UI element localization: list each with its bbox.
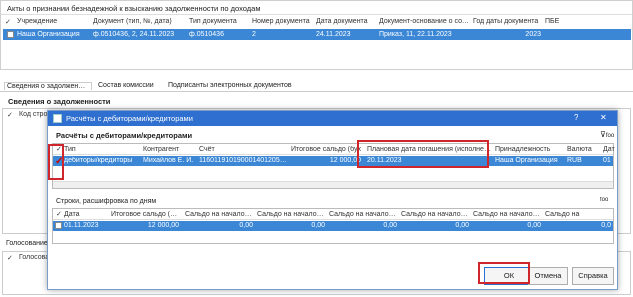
cancel-button-visible[interactable]: Отмена — [528, 267, 568, 285]
col-date-short[interactable]: Дат — [603, 146, 615, 153]
daily-row-checkbox[interactable] — [55, 222, 62, 229]
col-day-balance[interactable]: Итоговое сальдо (бух — [111, 211, 179, 218]
rows-title: Строки, расшифровка по дням — [56, 198, 157, 205]
grid-title: Расчёты с дебиторами/кредиторами — [56, 131, 193, 140]
doc-list-header: ✓ Учреждение Документ (тип, №, дата) Тип… — [1, 16, 632, 28]
highlight-row-check — [48, 144, 64, 180]
col-institution[interactable]: Учреждение — [17, 18, 89, 25]
col-type[interactable]: Тип — [64, 146, 124, 153]
settlements-grid: ✓ Тип Контрагент Счёт Итоговое сальдо (б… — [52, 143, 615, 189]
doc-list-title: Акты о признании безнадежной к взысканию… — [7, 4, 261, 13]
highlight-date-column — [357, 140, 489, 168]
dialog-titlebar: Расчёты с дебиторами/кредиторами ? ✕ — [48, 111, 617, 126]
col-doc-date[interactable]: Дата документа — [316, 18, 374, 25]
help-button[interactable]: Справка — [572, 267, 614, 285]
col-doc-type[interactable]: Тип документа — [189, 18, 247, 25]
row-checkbox[interactable] — [7, 31, 14, 38]
daily-grid: ✓ Дата Итоговое сальдо (бух Сальдо на на… — [52, 208, 614, 244]
section-title: Сведения о задолженности — [8, 97, 111, 106]
doc-list-panel: Акты о признании безнадежной к взысканию… — [0, 0, 633, 70]
col-account[interactable]: Счёт — [199, 146, 249, 153]
settlements-dialog: Расчёты с дебиторами/кредиторами ? ✕ Рас… — [47, 110, 618, 290]
col-ownership[interactable]: Принадлежность — [495, 146, 563, 153]
help-icon[interactable]: ? — [574, 113, 578, 122]
close-icon[interactable]: ✕ — [600, 113, 607, 122]
daily-row[interactable]: 01.11.2023 12 000,00 0,00 0,00 0,00 0,00… — [53, 221, 613, 231]
tab-commission[interactable]: Состав комиссии — [98, 82, 158, 89]
col-year[interactable]: Год даты документа — [473, 18, 541, 25]
doc-list-row[interactable]: Наша Организация ф.0510436, 2, 24.11.202… — [3, 29, 631, 40]
tab-debt-info[interactable]: Сведения о задолженности — [4, 82, 92, 90]
col-pbe[interactable]: ПБЕ — [545, 18, 585, 25]
highlight-ok-button — [478, 262, 530, 284]
filter-icon[interactable]: ⊽foo — [600, 130, 614, 139]
tab-signers[interactable]: Подписанты электронных документов — [168, 82, 308, 89]
tab-bar: Сведения о задолженности Состав комиссии… — [0, 80, 633, 92]
col-document[interactable]: Документ (тип, №, дата) — [93, 18, 185, 25]
col-basis[interactable]: Документ-основание о созда — [379, 18, 469, 25]
col-balance[interactable]: Итоговое сальдо (бух — [291, 146, 361, 153]
filter-icon-2[interactable]: foo — [600, 197, 608, 203]
dialog-title: Расчёты с дебиторами/кредиторами — [66, 114, 193, 123]
col-day-date[interactable]: Дата — [64, 211, 104, 218]
col-currency[interactable]: Валюта — [567, 146, 597, 153]
settlement-row[interactable]: дебиторы/кредиторы Михайлов Е. И. 116011… — [53, 156, 613, 166]
app-icon — [53, 114, 62, 123]
col-doc-number[interactable]: Номер документа — [252, 18, 312, 25]
col-counterparty[interactable]: Контрагент — [143, 146, 193, 153]
